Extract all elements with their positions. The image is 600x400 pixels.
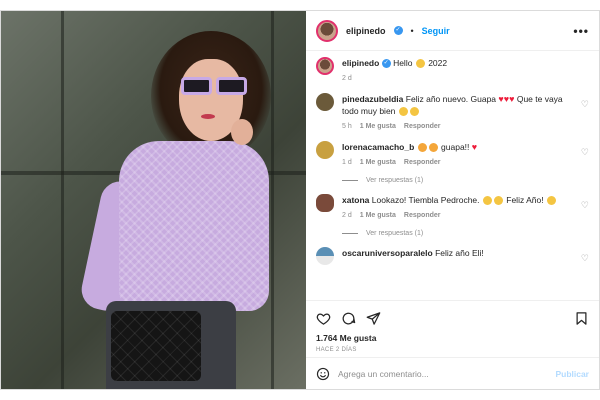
comment-age: 2 d <box>342 212 352 219</box>
author-avatar[interactable] <box>316 57 334 75</box>
more-options-icon[interactable]: ••• <box>573 24 589 38</box>
emoji-icon <box>493 196 503 206</box>
comment-bubble-icon[interactable] <box>341 311 356 326</box>
view-replies-button[interactable]: Ver respuestas (1) <box>342 177 589 184</box>
post-header: elipinedo ✓ • Seguir ••• <box>306 11 599 51</box>
follow-button[interactable]: Seguir <box>422 26 450 36</box>
red-lips <box>201 114 215 119</box>
comments-list[interactable]: elipinedo ✓ Hello 2022 2 d pinedazubeldi… <box>306 51 599 300</box>
comment-composer: Publicar <box>306 357 599 389</box>
comment-likes[interactable]: 1 Me gusta <box>360 121 396 133</box>
post-time-ago: HACE 2 DÍAS <box>316 347 357 353</box>
comment-age: 5 h <box>342 123 352 130</box>
commenter-username[interactable]: oscaruniversoparalelo <box>342 248 433 258</box>
like-heart-icon[interactable] <box>316 311 331 326</box>
wall-seam <box>61 11 64 389</box>
commenter-username[interactable]: lorenacamacho_b <box>342 142 414 152</box>
replies-line <box>342 233 358 234</box>
like-comment-heart-icon[interactable]: ♡ <box>581 147 589 158</box>
separator-dot: • <box>410 25 414 36</box>
caption-year: 2022 <box>428 58 448 68</box>
post-actions: 1.764 Me gusta HACE 2 DÍAS <box>306 300 599 357</box>
verified-icon: ✓ <box>381 59 391 69</box>
view-replies-label[interactable]: Ver respuestas (1) <box>366 230 423 237</box>
red-heart-icon: ♥ <box>471 142 478 152</box>
post-sidebar: elipinedo ✓ • Seguir ••• elipinedo ✓ Hel… <box>306 11 599 389</box>
caption: elipinedo ✓ Hello 2022 2 d <box>316 57 589 85</box>
commenter-avatar[interactable] <box>316 93 334 111</box>
instagram-post-card: elipinedo ✓ • Seguir ••• elipinedo ✓ Hel… <box>0 10 600 390</box>
verified-icon: ✓ <box>393 26 403 35</box>
comment-likes[interactable]: 1 Me gusta <box>360 210 396 222</box>
comment-text-after: Feliz Año! <box>506 195 544 205</box>
comment-text: Feliz año nuevo. Guapa <box>405 94 497 104</box>
emoji-icon <box>546 196 556 206</box>
commenter-avatar[interactable] <box>316 194 334 212</box>
reply-button[interactable]: Responder <box>404 157 441 169</box>
commenter-avatar[interactable] <box>316 141 334 159</box>
woman-hand <box>231 119 253 145</box>
emoji-icon <box>409 107 419 117</box>
like-comment-heart-icon[interactable]: ♡ <box>581 253 589 264</box>
emoji-icon <box>415 59 425 69</box>
comment-likes[interactable]: 1 Me gusta <box>360 157 396 169</box>
reply-button[interactable]: Responder <box>404 121 441 133</box>
view-replies-button[interactable]: Ver respuestas (1) <box>342 230 589 237</box>
author-username[interactable]: elipinedo <box>346 26 386 36</box>
share-send-icon[interactable] <box>366 311 381 326</box>
replies-line <box>342 180 358 181</box>
list-item: oscaruniversoparalelo Feliz año Eli! ♡ <box>316 247 589 265</box>
emoji-icon <box>398 107 408 117</box>
like-comment-heart-icon[interactable]: ♡ <box>581 200 589 211</box>
author-avatar[interactable] <box>316 19 338 42</box>
lilac-sunglasses <box>181 77 247 95</box>
publish-button[interactable]: Publicar <box>555 369 589 379</box>
comment-input[interactable] <box>338 368 548 379</box>
likes-count[interactable]: 1.764 Me gusta <box>316 333 589 343</box>
caption-username[interactable]: elipinedo <box>342 58 379 68</box>
list-item: xatona Lookazo! Tiembla Pedroche. Feliz … <box>316 194 589 222</box>
quilted-black-bag <box>111 311 201 381</box>
red-heart-icon: ♥♥♥ <box>498 94 515 104</box>
emoji-icon <box>428 143 438 153</box>
view-replies-label[interactable]: Ver respuestas (1) <box>366 177 423 184</box>
emoji-icon <box>417 143 427 153</box>
emoji-picker-icon[interactable] <box>316 367 330 381</box>
lilac-sweater <box>119 141 269 311</box>
comment-text: Feliz año Eli! <box>435 248 484 258</box>
commenter-avatar[interactable] <box>316 247 334 265</box>
caption-text: Hello <box>393 58 413 68</box>
reply-button[interactable]: Responder <box>404 210 441 222</box>
caption-age: 2 d <box>342 75 352 82</box>
list-item: pinedazubeldia Feliz año nuevo. Guapa ♥♥… <box>316 93 589 133</box>
comment-age: 1 d <box>342 159 352 166</box>
emoji-icon <box>482 196 492 206</box>
commenter-username[interactable]: xatona <box>342 195 369 205</box>
post-photo[interactable] <box>1 11 306 389</box>
wall-seam <box>271 11 274 389</box>
comment-text: Lookazo! Tiembla Pedroche. <box>371 195 480 205</box>
list-item: lorenacamacho_b guapa!! ♥ 1 d 1 Me gusta… <box>316 141 589 169</box>
like-comment-heart-icon[interactable]: ♡ <box>581 99 589 110</box>
save-bookmark-icon[interactable] <box>574 311 589 326</box>
commenter-username[interactable]: pinedazubeldia <box>342 94 403 104</box>
comment-text: guapa!! <box>441 142 470 152</box>
